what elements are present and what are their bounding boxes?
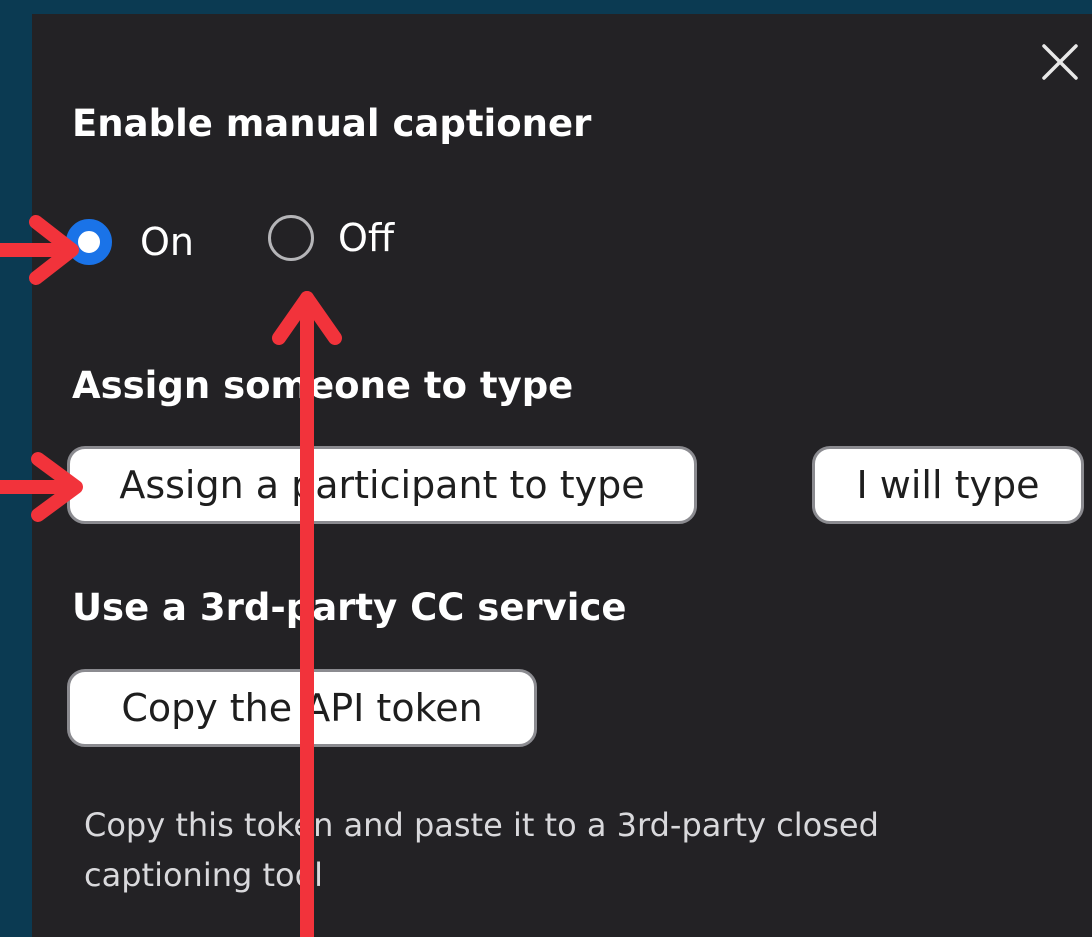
screenshot-stage: Enable manual captioner On Off Assign so… bbox=[0, 0, 1092, 937]
captioner-toggle-radio-group: On Off bbox=[32, 215, 532, 279]
close-icon bbox=[1042, 44, 1078, 80]
i-will-type-button[interactable]: I will type bbox=[812, 446, 1084, 524]
radio-off[interactable]: Off bbox=[268, 215, 394, 261]
radio-on[interactable]: On bbox=[66, 219, 194, 265]
radio-on-label: On bbox=[140, 220, 194, 264]
radio-on-indicator[interactable] bbox=[66, 219, 112, 265]
copy-api-token-button[interactable]: Copy the API token bbox=[67, 669, 537, 747]
radio-off-indicator[interactable] bbox=[268, 215, 314, 261]
radio-off-label: Off bbox=[338, 216, 395, 260]
assign-typist-heading: Assign someone to type bbox=[72, 364, 574, 407]
captioner-settings-dialog: Enable manual captioner On Off Assign so… bbox=[32, 14, 1092, 937]
third-party-cc-heading: Use a 3rd-party CC service bbox=[72, 586, 627, 629]
enable-captioner-heading: Enable manual captioner bbox=[72, 102, 592, 145]
close-button[interactable] bbox=[1032, 34, 1088, 90]
assign-participant-button[interactable]: Assign a participant to type bbox=[67, 446, 697, 524]
token-help-text: Copy this token and paste it to a 3rd-pa… bbox=[84, 806, 879, 894]
